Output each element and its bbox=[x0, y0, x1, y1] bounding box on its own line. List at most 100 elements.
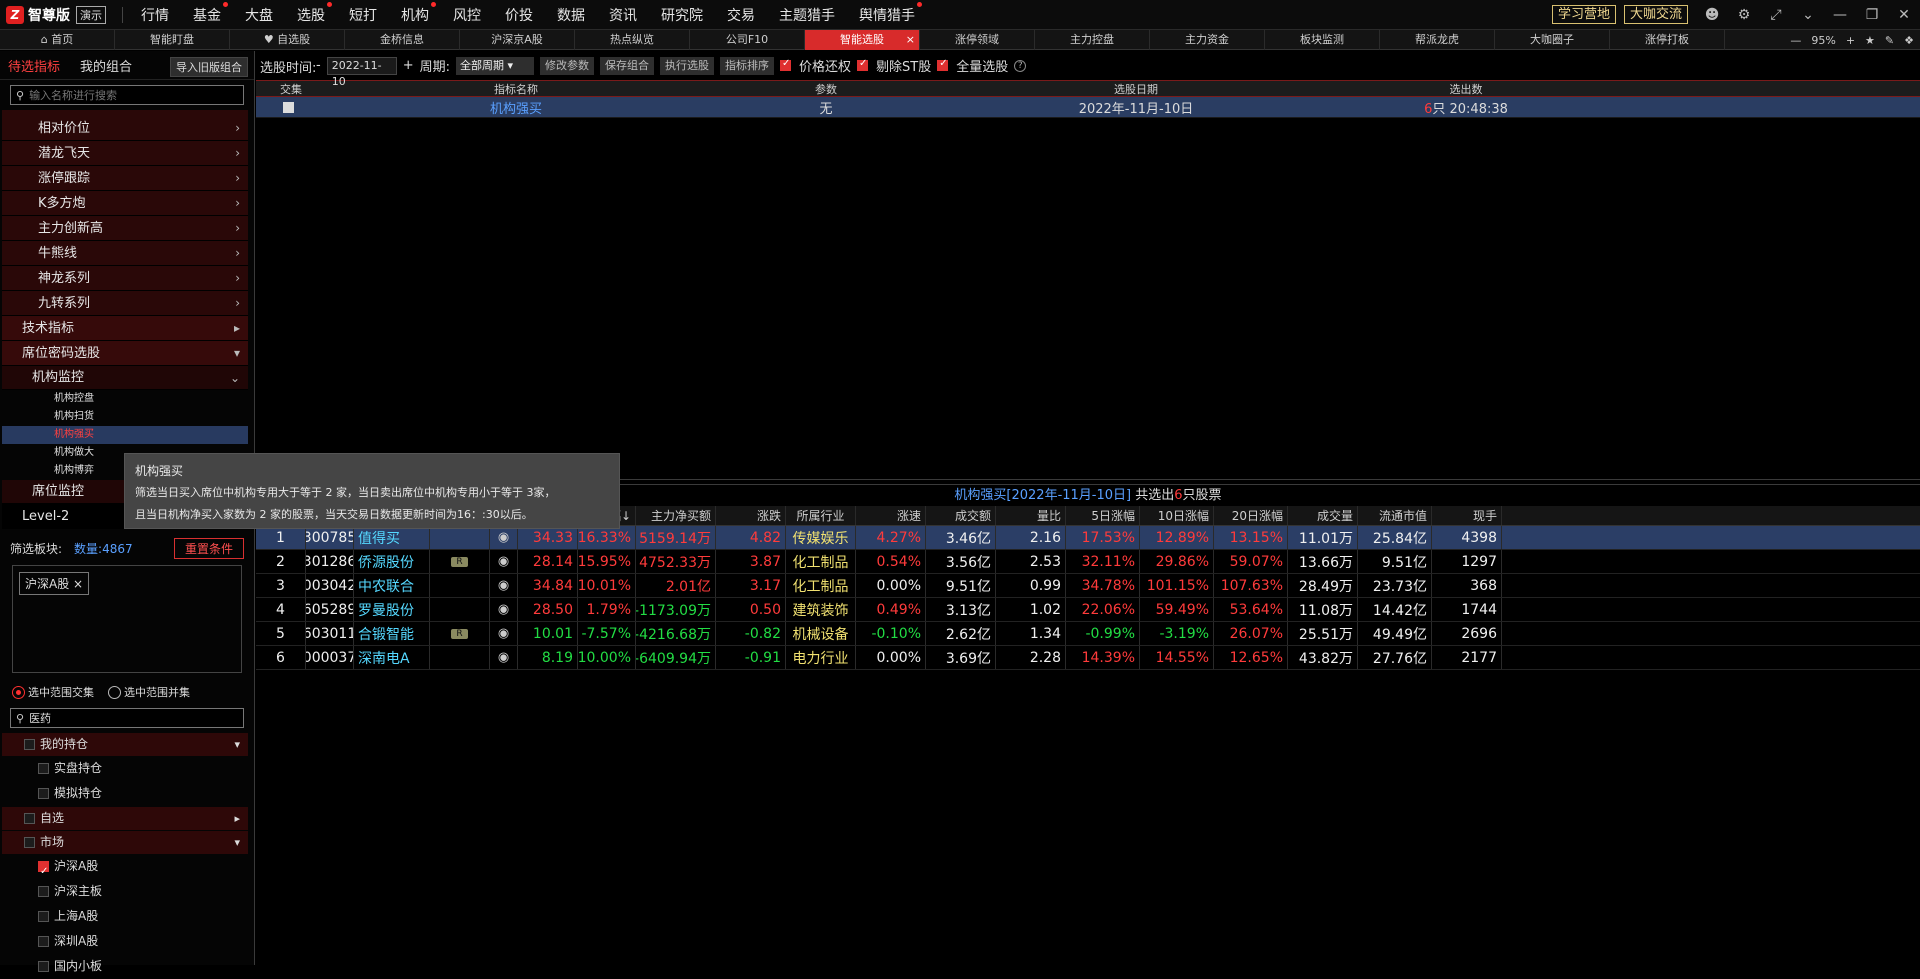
checkbox[interactable] bbox=[780, 60, 791, 71]
checkbox[interactable] bbox=[38, 936, 49, 947]
checkbox[interactable] bbox=[283, 102, 294, 113]
eye-icon[interactable]: ◉ bbox=[490, 526, 518, 549]
header-col-13[interactable]: 5日涨幅 bbox=[1066, 506, 1140, 525]
price-restore-checkbox[interactable]: 价格还权 bbox=[780, 56, 851, 75]
checkbox[interactable] bbox=[857, 60, 868, 71]
market-item-2[interactable]: 上海A股 bbox=[2, 904, 248, 929]
menu-item-13[interactable]: 舆情猎手 bbox=[859, 5, 915, 25]
indicator-search-input[interactable] bbox=[29, 89, 219, 102]
reset-conditions-button[interactable]: 重置条件 bbox=[174, 538, 244, 559]
header-col-7[interactable]: 主力净买额 bbox=[636, 506, 716, 525]
app-logo[interactable]: Z 智尊版 演示 bbox=[6, 5, 106, 25]
tab-10[interactable]: 主力资金 bbox=[1150, 30, 1265, 50]
eye-icon[interactable]: ◉ bbox=[490, 646, 518, 669]
checkbox[interactable] bbox=[38, 763, 49, 774]
tree-item-1[interactable]: 潜龙飞天› bbox=[2, 141, 248, 166]
save-combo-button[interactable]: 保存组合 bbox=[600, 57, 654, 75]
market-item-1[interactable]: 沪深主板 bbox=[2, 879, 248, 904]
tab-0[interactable]: ⌂ 首页 bbox=[0, 30, 115, 50]
tab-7[interactable]: 智能选股× bbox=[805, 30, 920, 50]
close-tab-icon[interactable]: × bbox=[906, 30, 915, 50]
menu-item-10[interactable]: 研究院 bbox=[661, 5, 703, 25]
help-icon[interactable]: ? bbox=[1014, 60, 1026, 72]
menu-item-6[interactable]: 风控 bbox=[453, 5, 481, 25]
cat-holdings[interactable]: 我的持仓▾ bbox=[2, 733, 248, 756]
user-icon[interactable]: ☻ bbox=[1704, 7, 1720, 23]
sector-chip[interactable]: 沪深A股 × bbox=[19, 572, 89, 595]
checkbox[interactable] bbox=[38, 886, 49, 897]
full-select-checkbox[interactable]: 全量选股 bbox=[937, 56, 1008, 75]
date-plus-button[interactable]: + bbox=[403, 58, 414, 73]
leaf-item-1[interactable]: 机构扫货 bbox=[2, 408, 248, 426]
eye-icon[interactable]: ◉ bbox=[490, 574, 518, 597]
indicator-search[interactable]: ⚲ bbox=[10, 85, 244, 105]
checkbox[interactable] bbox=[937, 60, 948, 71]
eye-icon[interactable]: ◉ bbox=[490, 598, 518, 621]
header-col-11[interactable]: 成交额 bbox=[926, 506, 996, 525]
import-old-combo-button[interactable]: 导入旧版组合 bbox=[170, 57, 248, 77]
header-col-17[interactable]: 流通市值 bbox=[1358, 506, 1432, 525]
subcat-real-holdings[interactable]: 实盘持仓 bbox=[2, 756, 248, 781]
tab-13[interactable]: 大咖圈子 bbox=[1495, 30, 1610, 50]
execute-select-button[interactable]: 执行选股 bbox=[660, 57, 714, 75]
close-icon[interactable]: × bbox=[73, 577, 83, 591]
tree-item-7[interactable]: 九转系列› bbox=[2, 291, 248, 316]
tab-2[interactable]: ♥ 自选股 bbox=[230, 30, 345, 50]
tab-8[interactable]: 涨停领域 bbox=[920, 30, 1035, 50]
radio-intersect[interactable]: 选中范围交集 bbox=[12, 684, 94, 700]
zoom-out-icon[interactable]: — bbox=[1790, 34, 1801, 47]
leaf-item-0[interactable]: 机构控盘 bbox=[2, 390, 248, 408]
menu-item-8[interactable]: 数据 bbox=[557, 5, 585, 25]
menu-item-9[interactable]: 资讯 bbox=[609, 5, 637, 25]
header-col-9[interactable]: 所属行业 bbox=[786, 506, 856, 525]
star-icon[interactable]: ★ bbox=[1865, 34, 1875, 47]
leaf-item-2[interactable]: 机构强买 bbox=[2, 426, 248, 444]
checkbox[interactable] bbox=[24, 837, 35, 848]
table-row[interactable]: 6000037深南电A◉8.19-10.00%-6409.94万-0.91电力行… bbox=[256, 646, 1920, 670]
checkbox[interactable] bbox=[38, 861, 49, 872]
tree-item-6[interactable]: 神龙系列› bbox=[2, 266, 248, 291]
table-row[interactable]: 3003042中农联合◉34.8410.01%2.01亿3.17化工制品0.00… bbox=[256, 574, 1920, 598]
table-row[interactable]: 2301286侨源股份R◉28.1415.95%4752.33万3.87化工制品… bbox=[256, 550, 1920, 574]
checkbox[interactable] bbox=[38, 911, 49, 922]
tab-pending-indicators[interactable]: 待选指标 bbox=[8, 56, 60, 75]
checkbox[interactable] bbox=[38, 788, 49, 799]
settings-icon[interactable]: ⚙ bbox=[1736, 7, 1752, 23]
zoom-in-icon[interactable]: + bbox=[1846, 34, 1855, 47]
market-item-4[interactable]: 国内小板 bbox=[2, 954, 248, 979]
tab-my-combos[interactable]: 我的组合 bbox=[80, 56, 132, 75]
table-row[interactable]: 1300785值得买◉34.3316.33%5159.14万4.82传媒娱乐4.… bbox=[256, 526, 1920, 550]
tree-item-5[interactable]: 牛熊线› bbox=[2, 241, 248, 266]
menu-item-0[interactable]: 行情 bbox=[141, 5, 169, 25]
restore-icon[interactable]: ❐ bbox=[1864, 7, 1880, 23]
subcat-sim-holdings[interactable]: 模拟持仓 bbox=[2, 781, 248, 806]
tree-inst-monitor[interactable]: 机构监控⌄ bbox=[2, 366, 248, 390]
minimize-icon[interactable]: — bbox=[1832, 7, 1848, 23]
tab-3[interactable]: 金桥信息 bbox=[345, 30, 460, 50]
sector-search-input[interactable] bbox=[29, 712, 219, 725]
menu-item-4[interactable]: 短打 bbox=[349, 5, 377, 25]
shrink-icon[interactable]: ⤢ bbox=[1768, 7, 1784, 23]
header-col-15[interactable]: 20日涨幅 bbox=[1214, 506, 1288, 525]
menu-item-11[interactable]: 交易 bbox=[727, 5, 755, 25]
menu-item-1[interactable]: 基金 bbox=[193, 5, 221, 25]
radio-union[interactable]: 选中范围并集 bbox=[108, 684, 190, 700]
checkbox[interactable] bbox=[24, 813, 35, 824]
exclude-st-checkbox[interactable]: 剔除ST股 bbox=[857, 56, 931, 75]
indicator-name[interactable]: 机构强买 bbox=[326, 98, 706, 117]
edit-icon[interactable]: ✎ bbox=[1885, 34, 1894, 47]
menu-item-2[interactable]: 大盘 bbox=[245, 5, 273, 25]
menu-item-5[interactable]: 机构 bbox=[401, 5, 429, 25]
eye-icon[interactable]: ◉ bbox=[490, 550, 518, 573]
tab-4[interactable]: 沪深京A股 bbox=[460, 30, 575, 50]
indicator-row[interactable]: 机构强买 无 2022年-11月-10日 6只 20:48:38 bbox=[256, 97, 1920, 118]
checkbox[interactable] bbox=[24, 739, 35, 750]
tab-1[interactable]: 智能盯盘 bbox=[115, 30, 230, 50]
tree-tech-indicators[interactable]: 技术指标▸ bbox=[2, 316, 248, 341]
tab-14[interactable]: 涨停打板 bbox=[1610, 30, 1725, 50]
indicator-sort-button[interactable]: 指标排序 bbox=[720, 57, 774, 75]
tree-item-0[interactable]: 相对价位› bbox=[2, 116, 248, 141]
tree-item-4[interactable]: 主力创新高› bbox=[2, 216, 248, 241]
period-select[interactable]: 全部周期 ▾ bbox=[456, 57, 534, 75]
market-item-3[interactable]: 深圳A股 bbox=[2, 929, 248, 954]
